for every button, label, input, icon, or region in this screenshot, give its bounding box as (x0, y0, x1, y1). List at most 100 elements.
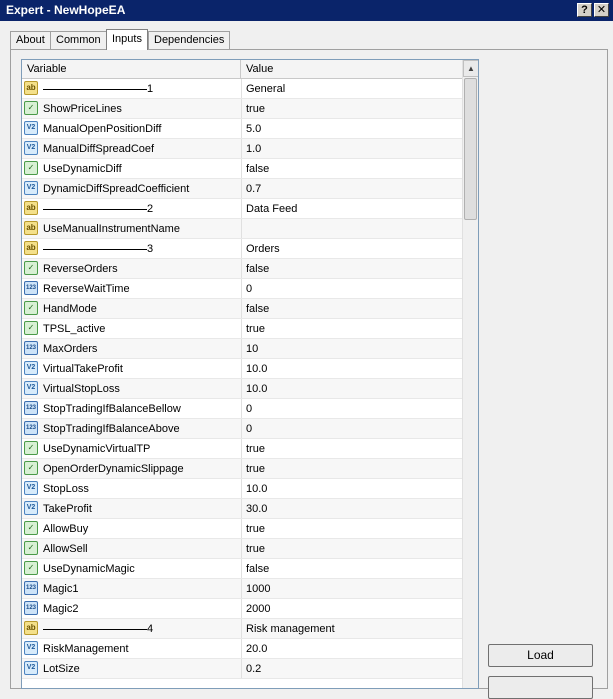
param-row[interactable]: 123 Magic2 2000 (22, 599, 462, 619)
tab-about[interactable]: About (10, 31, 51, 49)
param-value[interactable]: 0.7 (241, 179, 462, 198)
param-value[interactable]: false (241, 259, 462, 278)
param-name: TPSL_active (43, 323, 106, 335)
string-type-icon: ab (24, 201, 38, 215)
double-type-icon: V2 (24, 381, 38, 395)
param-name: ReverseOrders (43, 263, 118, 275)
param-row[interactable]: V2 DynamicDiffSpreadCoefficient 0.7 (22, 179, 462, 199)
param-row[interactable]: ✓ AllowBuy true (22, 519, 462, 539)
param-value[interactable]: true (241, 539, 462, 558)
param-value[interactable]: true (241, 459, 462, 478)
separator-line (43, 239, 147, 250)
param-value[interactable]: Orders (241, 239, 462, 258)
param-row[interactable]: ab 1 General (22, 79, 462, 99)
param-row[interactable]: V2 StopLoss 10.0 (22, 479, 462, 499)
param-value[interactable]: 1000 (241, 579, 462, 598)
param-row[interactable]: ✓ UseDynamicDiff false (22, 159, 462, 179)
separator-index: 3 (147, 243, 154, 255)
string-type-icon: ab (24, 241, 38, 255)
param-name: UseDynamicMagic (43, 563, 135, 575)
tab-common[interactable]: Common (50, 31, 107, 49)
param-row[interactable]: V2 ManualOpenPositionDiff 5.0 (22, 119, 462, 139)
param-value[interactable]: true (241, 519, 462, 538)
param-row[interactable]: ✓ OpenOrderDynamicSlippage true (22, 459, 462, 479)
param-row[interactable]: ✓ ReverseOrders false (22, 259, 462, 279)
bool-type-icon: ✓ (24, 101, 38, 115)
param-value[interactable]: true (241, 439, 462, 458)
param-value[interactable]: Data Feed (241, 199, 462, 218)
param-row[interactable]: V2 LotSize 0.2 (22, 659, 462, 679)
tab-dependencies[interactable]: Dependencies (148, 31, 231, 49)
double-type-icon: V2 (24, 481, 38, 495)
param-value[interactable]: Risk management (241, 619, 462, 638)
param-value[interactable]: 20.0 (241, 639, 462, 658)
param-value[interactable]: false (241, 559, 462, 578)
close-button[interactable]: ✕ (594, 3, 609, 17)
load-button[interactable]: Load (488, 644, 593, 667)
param-value[interactable]: 0 (241, 399, 462, 418)
param-row[interactable]: ✓ UseDynamicMagic false (22, 559, 462, 579)
param-name: ReverseWaitTime (43, 283, 130, 295)
param-name: UseDynamicDiff (43, 163, 122, 175)
param-row[interactable]: V2 VirtualTakeProfit 10.0 (22, 359, 462, 379)
param-value[interactable]: 1.0 (241, 139, 462, 158)
param-row[interactable]: ✓ HandMode false (22, 299, 462, 319)
param-value[interactable]: 10.0 (241, 359, 462, 378)
param-value[interactable]: true (241, 319, 462, 338)
param-name: StopTradingIfBalanceBellow (43, 403, 181, 415)
param-row[interactable]: ab 2 Data Feed (22, 199, 462, 219)
param-value[interactable]: 10.0 (241, 479, 462, 498)
param-value[interactable]: General (241, 79, 462, 98)
param-row[interactable]: V2 TakeProfit 30.0 (22, 499, 462, 519)
inputs-grid[interactable]: Variable Value ab 1 General ✓ ShowPriceLines… (21, 59, 479, 689)
column-header-variable[interactable]: Variable (22, 60, 241, 78)
param-row[interactable]: 123 StopTradingIfBalanceAbove 0 (22, 419, 462, 439)
param-value[interactable]: 0 (241, 279, 462, 298)
param-row[interactable]: ab 4 Risk management (22, 619, 462, 639)
param-row[interactable]: ✓ AllowSell true (22, 539, 462, 559)
param-row[interactable]: ab 3 Orders (22, 239, 462, 259)
param-value[interactable]: false (241, 299, 462, 318)
param-row[interactable]: ✓ ShowPriceLines true (22, 99, 462, 119)
param-name: AllowBuy (43, 523, 89, 535)
column-header-value[interactable]: Value (241, 60, 462, 78)
param-value[interactable]: 10.0 (241, 379, 462, 398)
param-value[interactable]: true (241, 99, 462, 118)
window-title-bar[interactable]: Expert - NewHopeEA ? ✕ (0, 0, 613, 21)
param-value[interactable]: 30.0 (241, 499, 462, 518)
separator-index: 1 (147, 83, 154, 95)
param-name: RiskManagement (43, 643, 129, 655)
param-row[interactable]: ✓ UseDynamicVirtualTP true (22, 439, 462, 459)
param-value[interactable] (241, 219, 462, 238)
param-row[interactable]: V2 VirtualStopLoss 10.0 (22, 379, 462, 399)
double-type-icon: V2 (24, 501, 38, 515)
param-value[interactable]: 10 (241, 339, 462, 358)
param-name: UseDynamicVirtualTP (43, 443, 151, 455)
double-type-icon: V2 (24, 641, 38, 655)
scroll-thumb[interactable] (464, 78, 477, 220)
param-value[interactable]: 5.0 (241, 119, 462, 138)
double-type-icon: V2 (24, 121, 38, 135)
param-row[interactable]: ✓ TPSL_active true (22, 319, 462, 339)
bool-type-icon: ✓ (24, 541, 38, 555)
param-value[interactable]: 0.2 (241, 659, 462, 678)
vertical-scrollbar[interactable]: ▲ (462, 60, 478, 688)
bool-type-icon: ✓ (24, 301, 38, 315)
bool-type-icon: ✓ (24, 521, 38, 535)
help-button[interactable]: ? (577, 3, 592, 17)
scroll-up-arrow-icon[interactable]: ▲ (463, 60, 478, 77)
param-row[interactable]: 123 Magic1 1000 (22, 579, 462, 599)
grid-rows: ab 1 General ✓ ShowPriceLines true V2 ManualOpe… (22, 79, 462, 679)
param-row[interactable]: 123 StopTradingIfBalanceBellow 0 (22, 399, 462, 419)
param-row[interactable]: 123 ReverseWaitTime 0 (22, 279, 462, 299)
param-value[interactable]: 2000 (241, 599, 462, 618)
param-row[interactable]: V2 ManualDiffSpreadCoef 1.0 (22, 139, 462, 159)
param-value[interactable]: 0 (241, 419, 462, 438)
param-row[interactable]: ab UseManualInstrumentName (22, 219, 462, 239)
partial-button[interactable] (488, 676, 593, 699)
tab-inputs[interactable]: Inputs (106, 29, 148, 50)
param-row[interactable]: V2 RiskManagement 20.0 (22, 639, 462, 659)
param-value[interactable]: false (241, 159, 462, 178)
param-name: MaxOrders (43, 343, 98, 355)
param-row[interactable]: 123 MaxOrders 10 (22, 339, 462, 359)
